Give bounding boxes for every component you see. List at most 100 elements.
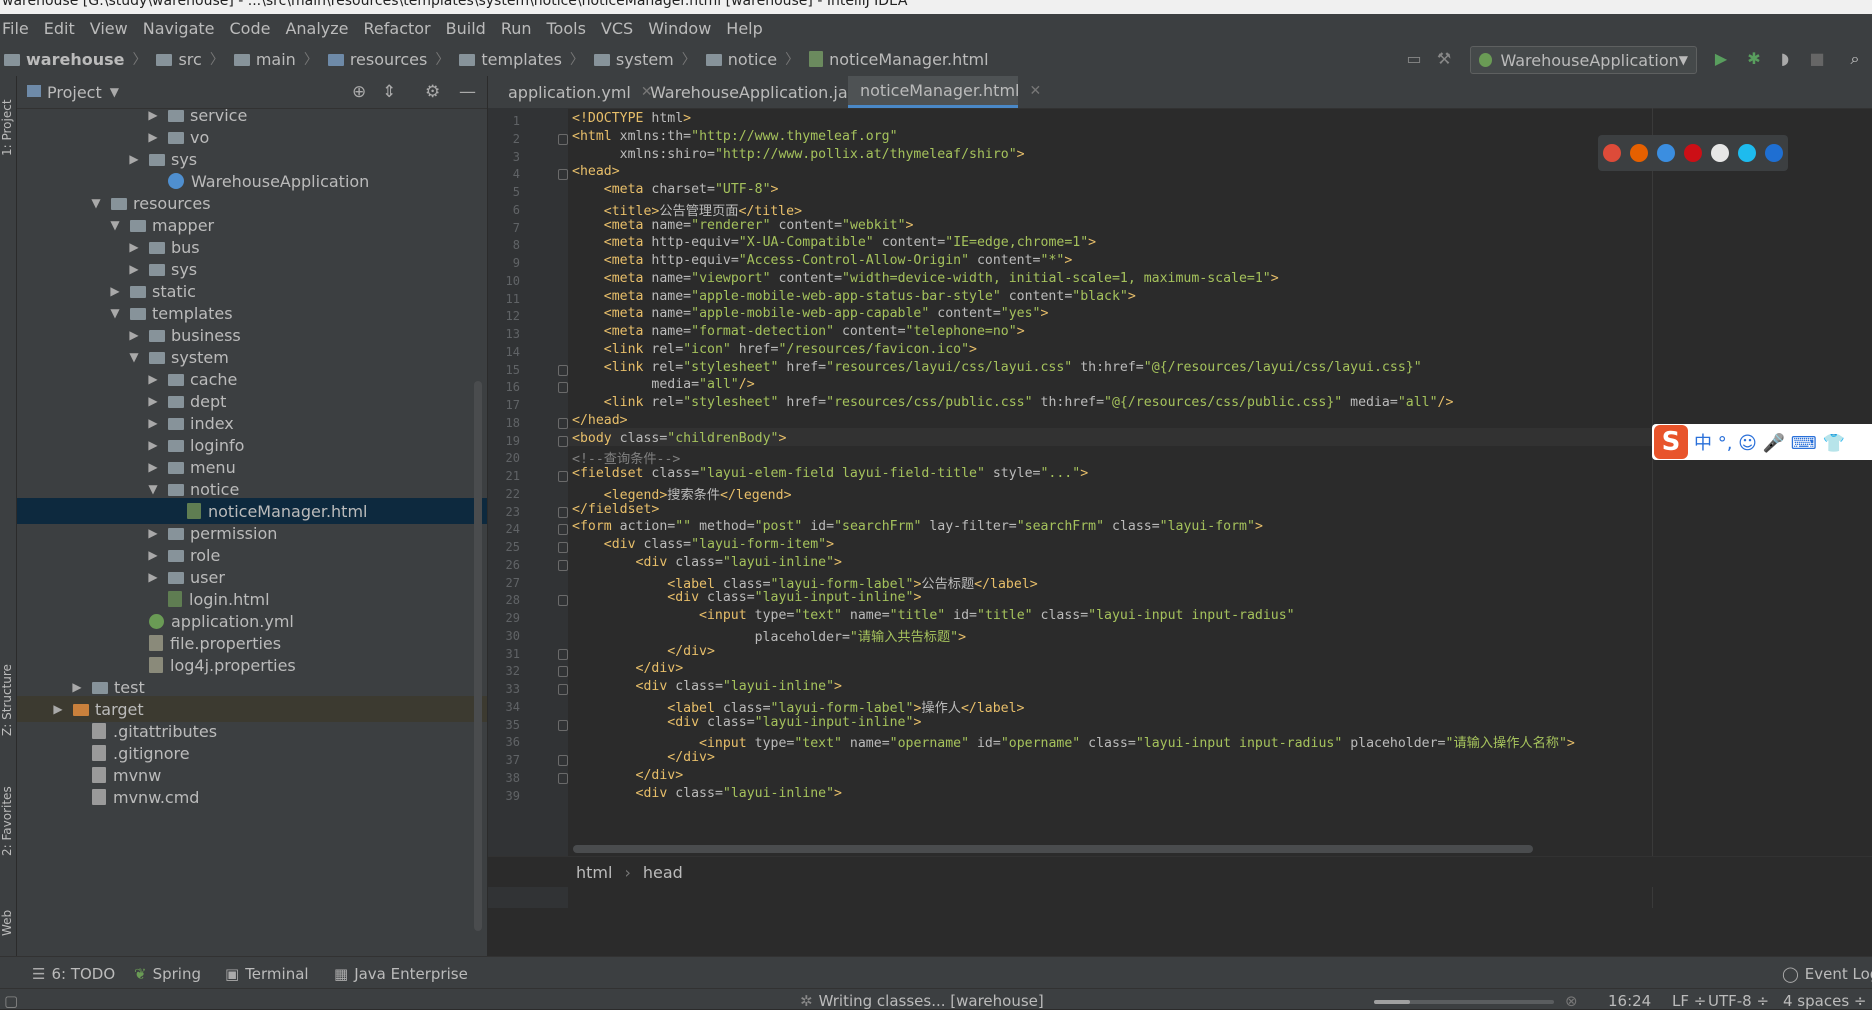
collapsed-arrow-icon[interactable]: ▶	[146, 108, 160, 122]
code-line[interactable]: <html xmlns:th="http://www.thymeleaf.org…	[572, 129, 898, 144]
code-line[interactable]: </div>	[572, 750, 715, 765]
menu-code[interactable]: Code	[224, 19, 280, 38]
chevron-down-icon[interactable]: ▼	[110, 85, 119, 99]
cancel-progress-icon[interactable]: ⊗	[1565, 992, 1578, 1010]
breadcrumb-item[interactable]: resources 〉	[327, 49, 456, 69]
fold-marker-icon[interactable]	[558, 666, 568, 678]
safari-icon[interactable]	[1656, 144, 1675, 162]
menu-vcs[interactable]: VCS	[595, 19, 642, 38]
java-enterprise-tool-button[interactable]: ▦ Java Enterprise	[334, 965, 468, 983]
breadcrumb-item[interactable]: src 〉	[156, 49, 229, 69]
breadcrumb-item[interactable]: main 〉	[233, 49, 324, 69]
collapsed-arrow-icon[interactable]: ▶	[146, 394, 160, 408]
breadcrumb-head[interactable]: head	[643, 863, 683, 882]
code-line[interactable]: <label class="layui-form-label">公告标题</la…	[572, 573, 1037, 592]
run-configuration-select[interactable]: WarehouseApplication ▼	[1470, 46, 1697, 74]
code-line[interactable]: <div class="layui-input-inline">	[572, 590, 921, 605]
fold-marker-icon[interactable]	[558, 559, 568, 571]
menu-window[interactable]: Window	[642, 19, 720, 38]
collapsed-arrow-icon[interactable]: ▶	[51, 702, 65, 716]
code-line[interactable]: <title>公告管理页面</title>	[572, 200, 802, 219]
indent-setting[interactable]: 4 spaces ÷	[1783, 992, 1866, 1010]
structure-tool-tab[interactable]: Z: Structure	[0, 664, 14, 736]
editor-tab[interactable]: application.yml ✕	[496, 76, 653, 108]
horizontal-scrollbar[interactable]	[573, 845, 1533, 853]
code-line[interactable]: <link rel="icon" href="/resources/favico…	[572, 342, 977, 357]
code-line[interactable]: placeholder="请输入共告标题">	[572, 626, 966, 645]
gear-icon[interactable]: ⚙	[425, 82, 440, 102]
line-separator[interactable]: LF ÷	[1672, 992, 1706, 1010]
code-line[interactable]: </div>	[572, 661, 684, 676]
code-line[interactable]: media="all"/>	[572, 377, 754, 392]
menu-build[interactable]: Build	[440, 19, 495, 38]
code-line[interactable]: <input type="text" name="title" id="titl…	[572, 608, 1295, 623]
internet-explorer-icon[interactable]	[1738, 144, 1757, 162]
expanded-arrow-icon[interactable]: ▼	[108, 218, 122, 232]
collapsed-arrow-icon[interactable]: ▶	[146, 570, 160, 584]
code-line[interactable]: </div>	[572, 644, 715, 659]
fold-marker-icon[interactable]	[558, 435, 568, 447]
code-line[interactable]: <meta name="format-detection" content="t…	[572, 324, 1025, 339]
editor-tab[interactable]: WarehouseApplication.java✕	[638, 76, 889, 108]
breadcrumb-item[interactable]: notice 〉	[705, 49, 805, 69]
fold-marker-icon[interactable]	[558, 524, 568, 536]
code-line[interactable]: </fieldset>	[572, 502, 659, 517]
collapsed-arrow-icon[interactable]: ▶	[146, 460, 160, 474]
collapsed-arrow-icon[interactable]: ▶	[146, 438, 160, 452]
code-line[interactable]: <div class="layui-inline">	[572, 786, 842, 801]
expanded-arrow-icon[interactable]: ▼	[146, 482, 160, 496]
code-line[interactable]: <!--查询条件-->	[572, 448, 680, 467]
breadcrumb-item[interactable]: system 〉	[593, 49, 702, 69]
code-line[interactable]: <div class="layui-form-item">	[572, 537, 834, 552]
menu-help[interactable]: Help	[720, 19, 771, 38]
file-encoding[interactable]: UTF-8 ÷	[1708, 992, 1769, 1010]
run-icon[interactable]: ▶	[1712, 50, 1730, 68]
fold-marker-icon[interactable]	[558, 364, 568, 376]
locate-icon[interactable]: ⊕	[352, 82, 366, 102]
breadcrumb-html[interactable]: html	[576, 863, 612, 882]
code-line[interactable]: <label class="layui-form-label">操作人</lab…	[572, 697, 1024, 716]
ime-controls[interactable]: 中 °, ☺ 🎤 ⌨ 👕	[1694, 429, 1845, 455]
collapsed-arrow-icon[interactable]: ▶	[127, 328, 141, 342]
caret-position[interactable]: 16:24	[1608, 992, 1651, 1010]
code-line[interactable]: <input type="text" name="opername" id="o…	[572, 732, 1575, 751]
fold-marker-icon[interactable]	[558, 684, 568, 695]
web-tool-tab[interactable]: Web	[0, 910, 14, 936]
menu-edit[interactable]: Edit	[38, 19, 84, 38]
code-line[interactable]: <meta charset="UTF-8">	[572, 182, 779, 197]
favorites-tool-tab[interactable]: 2: Favorites	[0, 786, 14, 856]
collapsed-arrow-icon[interactable]: ▶	[108, 284, 122, 298]
build-hammer-icon[interactable]: ⚒	[1435, 50, 1453, 68]
collapsed-arrow-icon[interactable]: ▶	[146, 548, 160, 562]
fold-marker-icon[interactable]	[558, 382, 568, 394]
opera-icon[interactable]	[1683, 144, 1702, 162]
stop-icon[interactable]: ■	[1808, 50, 1826, 68]
collapsed-arrow-icon[interactable]: ▶	[146, 372, 160, 386]
fold-marker-icon[interactable]	[558, 772, 568, 784]
code-line[interactable]: </div>	[572, 768, 684, 783]
project-tool-tab[interactable]: 1: Project	[0, 99, 14, 156]
sogou-logo-icon[interactable]: S	[1654, 425, 1688, 459]
panel-toggle-icon[interactable]: ▢	[4, 992, 18, 1010]
project-panel-title[interactable]: Project	[47, 83, 102, 102]
code-line[interactable]: <meta http-equiv="X-UA-Compatible" conte…	[572, 235, 1096, 250]
menu-tools[interactable]: Tools	[541, 19, 595, 38]
firefox-icon[interactable]	[1629, 144, 1648, 162]
code-line[interactable]: <meta name="apple-mobile-web-app-status-…	[572, 289, 1136, 304]
code-line[interactable]: <meta name="viewport" content="width=dev…	[572, 271, 1279, 286]
close-icon[interactable]: ✕	[1029, 83, 1041, 99]
editor-tab[interactable]: noticeManager.html ✕	[848, 76, 1041, 108]
code-line[interactable]: <form action="" method="post" id="search…	[572, 519, 1263, 534]
fold-marker-icon[interactable]	[558, 471, 568, 482]
code-line[interactable]: xmlns:shiro="http://www.pollix.at/thymel…	[572, 147, 1025, 162]
expanded-arrow-icon[interactable]: ▼	[127, 350, 141, 364]
coverage-icon[interactable]: ◗	[1776, 50, 1794, 68]
breadcrumb-item[interactable]: noticeManager.html	[809, 50, 989, 69]
fold-marker-icon[interactable]	[558, 719, 568, 731]
code-line[interactable]: <meta name="apple-mobile-web-app-capable…	[572, 306, 1049, 321]
collapsed-arrow-icon[interactable]: ▶	[146, 130, 160, 144]
breadcrumb-item[interactable]: warehouse 〉	[4, 49, 152, 69]
code-line[interactable]: <link rel="stylesheet" href="resources/c…	[572, 395, 1454, 410]
terminal-tool-button[interactable]: ▣ Terminal	[225, 965, 309, 983]
tree-item[interactable]: ▶mvnw.cmd	[17, 784, 487, 810]
